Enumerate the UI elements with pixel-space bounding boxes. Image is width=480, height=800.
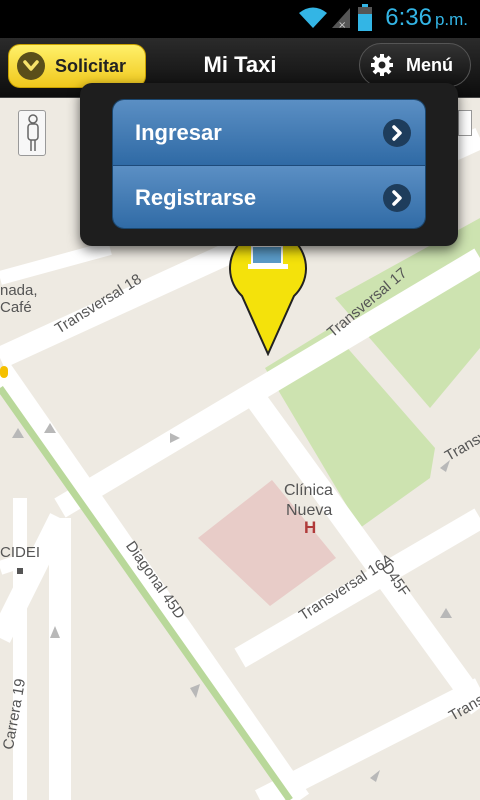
chevron-down-icon [17, 52, 45, 80]
menu-item-registrarse[interactable]: Registrarse [113, 165, 425, 228]
menu-item-ingresar[interactable]: Ingresar [113, 100, 425, 165]
chevron-right-icon [383, 118, 411, 147]
street-view-button[interactable] [18, 110, 46, 156]
map-place-label: Clínica [284, 482, 333, 499]
battery-icon [358, 4, 372, 31]
app-title: Mi Taxi [203, 52, 277, 77]
menu-popup: Ingresar Registrarse [80, 83, 458, 246]
chevron-right-icon [383, 184, 411, 212]
pegman-icon [27, 114, 39, 151]
signal-icon: × [332, 8, 350, 30]
map-place-label: nada, [0, 282, 38, 299]
map-place-label: CIDEI [0, 544, 41, 561]
map-place-label: Café [0, 299, 32, 316]
hospital-icon: H [304, 518, 317, 537]
status-bar: × 6:36 p.m. [0, 0, 480, 38]
wifi-icon [299, 7, 327, 28]
gear-icon [371, 54, 393, 76]
clock: 6:36 p.m. [385, 4, 468, 32]
zoom-control-partial[interactable] [458, 110, 472, 136]
map-marker-partial [0, 366, 8, 378]
request-button[interactable]: Solicitar [8, 44, 146, 88]
menu-item-label: Ingresar [135, 119, 222, 145]
menu-item-label: Registrarse [135, 185, 257, 210]
menu-list: Ingresar Registrarse [112, 99, 426, 229]
menu-button[interactable]: Menú [359, 43, 471, 87]
request-button-label: Solicitar [55, 55, 127, 76]
clock-time: 6:36 [385, 4, 432, 31]
clock-ampm: p.m. [434, 10, 468, 29]
place-dot [17, 568, 23, 574]
menu-button-label: Menú [406, 54, 453, 75]
svg-text:×: × [338, 20, 346, 30]
